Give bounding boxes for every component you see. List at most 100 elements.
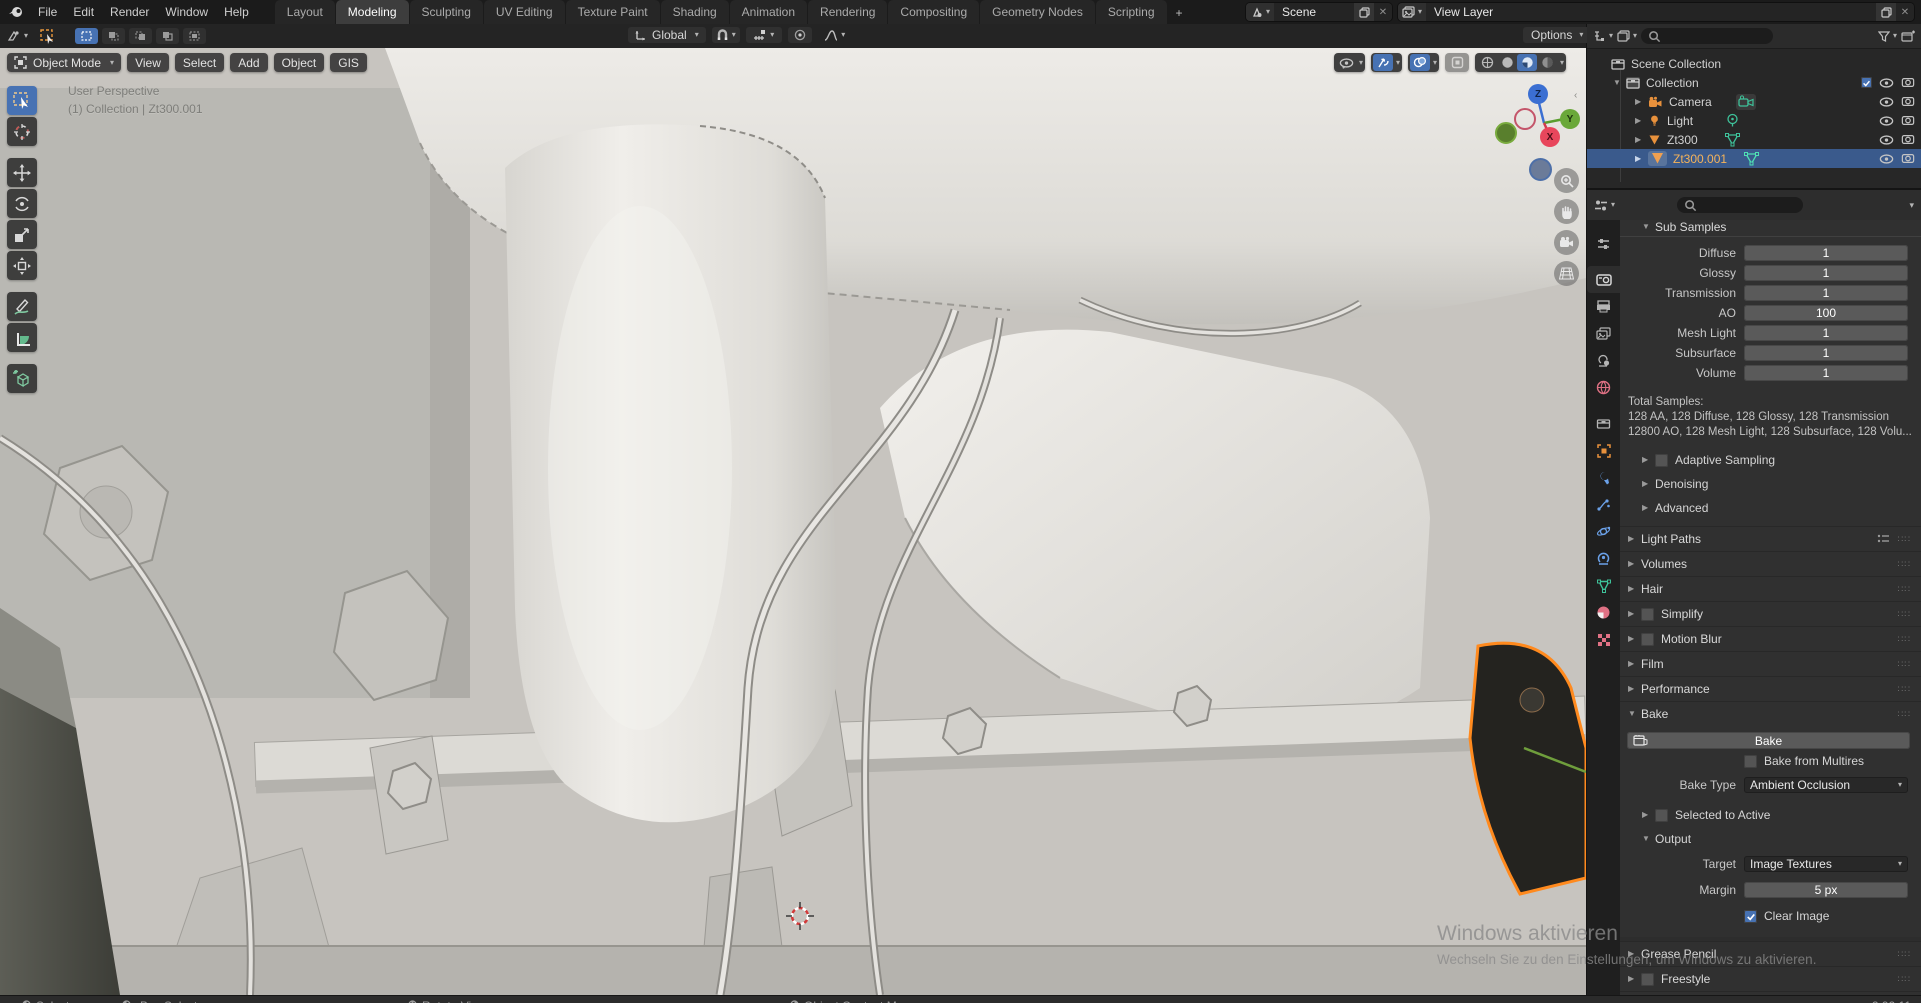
tab-rendering[interactable]: Rendering	[808, 0, 887, 24]
hide-viewport-icon[interactable]	[1879, 115, 1894, 127]
presets-icon[interactable]	[1877, 534, 1890, 544]
disable-render-icon[interactable]	[1901, 152, 1915, 165]
scene-name[interactable]: Scene	[1274, 5, 1354, 19]
proportional-editing-toggle[interactable]	[788, 27, 812, 43]
gizmo-axis-neg-y[interactable]	[1495, 122, 1517, 144]
sidebar-toggle-icon[interactable]: ‹	[1574, 90, 1577, 101]
tab-uv-editing[interactable]: UV Editing	[484, 0, 565, 24]
tab-texture[interactable]	[1587, 626, 1620, 653]
overlays-toggle-icon[interactable]	[1410, 54, 1430, 71]
adaptive-sampling-checkbox[interactable]	[1655, 454, 1668, 467]
select-mode-intersect-button[interactable]	[183, 28, 206, 44]
bake-from-multires-checkbox[interactable]	[1744, 755, 1757, 768]
panel-film[interactable]: ▶Film∷∷	[1620, 651, 1921, 676]
tab-animation[interactable]: Animation	[730, 0, 807, 24]
motion-blur-checkbox[interactable]	[1641, 633, 1654, 646]
snap-toggle-button[interactable]: ▾	[712, 27, 740, 43]
hide-viewport-icon[interactable]	[1879, 77, 1894, 89]
panel-bake[interactable]: ▼Bake∷∷	[1620, 701, 1921, 726]
output-subpanel-header[interactable]: ▼Output	[1620, 827, 1921, 851]
margin-field[interactable]: 5 px	[1744, 882, 1908, 898]
new-scene-icon[interactable]	[1354, 3, 1374, 21]
panel-light-paths[interactable]: ▶Light Paths ∷∷	[1620, 526, 1921, 551]
panel-simplify[interactable]: ▶Simplify∷∷	[1620, 601, 1921, 626]
properties-options-chevron[interactable]: ▾	[1909, 201, 1914, 210]
subsurface-samples-field[interactable]: 1	[1744, 345, 1908, 361]
shading-chevron[interactable]: ▾	[1560, 59, 1564, 67]
volume-samples-field[interactable]: 1	[1744, 365, 1908, 381]
tab-collection[interactable]	[1587, 410, 1620, 437]
expand-icon[interactable]: ▶	[1635, 136, 1648, 144]
options-dropdown[interactable]: Options▾	[1523, 27, 1591, 43]
panel-grease-pencil[interactable]: ▶Grease Pencil∷∷	[1620, 941, 1921, 966]
measure-tool[interactable]	[7, 323, 37, 352]
panel-performance[interactable]: ▶Performance∷∷	[1620, 676, 1921, 701]
menu-help[interactable]: Help	[216, 0, 257, 24]
camera-view-button[interactable]	[1554, 230, 1579, 255]
gizmo-axis-x[interactable]: X	[1540, 127, 1560, 147]
editor-type-icon[interactable]: ▾	[4, 28, 31, 44]
tab-geometry-nodes[interactable]: Geometry Nodes	[980, 0, 1095, 24]
transmission-samples-field[interactable]: 1	[1744, 285, 1908, 301]
outliner-display-mode-dropdown[interactable]: ▾	[1617, 30, 1637, 42]
select-mode-invert-button[interactable]	[156, 28, 179, 44]
perspective-toggle-button[interactable]	[1554, 261, 1579, 286]
outliner-row-zt300-001[interactable]: ▶ Zt300.001	[1587, 149, 1921, 168]
tab-world[interactable]	[1587, 374, 1620, 401]
viewport-menu-view[interactable]: View	[127, 53, 169, 72]
select-mode-subtract-button[interactable]	[129, 28, 152, 44]
new-view-layer-icon[interactable]	[1876, 3, 1896, 21]
outliner-row-collection[interactable]: ▼ Collection	[1587, 73, 1921, 92]
outliner-row-camera[interactable]: ▶ Camera	[1587, 92, 1921, 111]
blender-logo-icon[interactable]	[0, 0, 30, 24]
advanced-subpanel[interactable]: ▶Advanced	[1620, 496, 1921, 520]
menu-edit[interactable]: Edit	[65, 0, 102, 24]
pan-view-button[interactable]	[1554, 199, 1579, 224]
clear-image-checkbox[interactable]	[1744, 910, 1757, 923]
menu-window[interactable]: Window	[157, 0, 216, 24]
outliner-editor-type-dropdown[interactable]: ▾	[1593, 30, 1613, 42]
tab-render[interactable]	[1587, 266, 1620, 293]
tab-scene[interactable]	[1587, 347, 1620, 374]
panel-volumes[interactable]: ▶Volumes∷∷	[1620, 551, 1921, 576]
tab-compositing[interactable]: Compositing	[888, 0, 979, 24]
outliner-row-zt300[interactable]: ▶ Zt300	[1587, 130, 1921, 149]
panel-motion-blur[interactable]: ▶Motion Blur∷∷	[1620, 626, 1921, 651]
select-box-tool[interactable]	[7, 86, 37, 115]
viewport-menu-object[interactable]: Object	[274, 53, 325, 72]
shading-material-icon[interactable]	[1517, 54, 1537, 71]
tab-texture-paint[interactable]: Texture Paint	[566, 0, 660, 24]
outliner-row-light[interactable]: ▶ Light	[1587, 111, 1921, 130]
tab-physics[interactable]	[1587, 518, 1620, 545]
xray-toggle-icon[interactable]	[1447, 54, 1467, 71]
gizmos-toggle-icon[interactable]	[1373, 54, 1393, 71]
gizmos-chevron[interactable]: ▾	[1396, 59, 1400, 67]
expand-icon[interactable]: ▶	[1635, 155, 1648, 163]
tab-sculpting[interactable]: Sculpting	[410, 0, 483, 24]
expand-icon[interactable]: ▶	[1635, 98, 1648, 106]
tab-output[interactable]	[1587, 293, 1620, 320]
tab-modifiers[interactable]	[1587, 464, 1620, 491]
scale-tool[interactable]	[7, 220, 37, 249]
tab-object-data[interactable]	[1587, 572, 1620, 599]
disable-render-icon[interactable]	[1901, 133, 1915, 146]
menu-file[interactable]: File	[30, 0, 65, 24]
tab-constraints[interactable]	[1587, 545, 1620, 572]
disable-render-icon[interactable]	[1901, 76, 1915, 89]
zoom-view-button[interactable]	[1554, 168, 1579, 193]
proportional-falloff-dropdown[interactable]: ▾	[818, 27, 852, 43]
shading-rendered-icon[interactable]	[1537, 54, 1557, 71]
annotate-tool[interactable]	[7, 292, 37, 321]
gizmo-axis-neg-z[interactable]	[1529, 158, 1552, 181]
tab-material[interactable]	[1587, 599, 1620, 626]
selected-to-active-subpanel[interactable]: ▶ Selected to Active	[1620, 803, 1921, 827]
glossy-samples-field[interactable]: 1	[1744, 265, 1908, 281]
add-cube-tool[interactable]	[7, 364, 37, 393]
adaptive-sampling-subpanel[interactable]: ▶ Adaptive Sampling	[1620, 448, 1921, 472]
simplify-checkbox[interactable]	[1641, 608, 1654, 621]
gizmo-axis-y[interactable]: Y	[1560, 109, 1580, 129]
cursor-tool[interactable]	[7, 117, 37, 146]
disable-render-icon[interactable]	[1901, 114, 1915, 127]
drag-handle-icon[interactable]: ∷∷	[1898, 534, 1911, 545]
select-mode-set-button[interactable]	[75, 28, 98, 44]
